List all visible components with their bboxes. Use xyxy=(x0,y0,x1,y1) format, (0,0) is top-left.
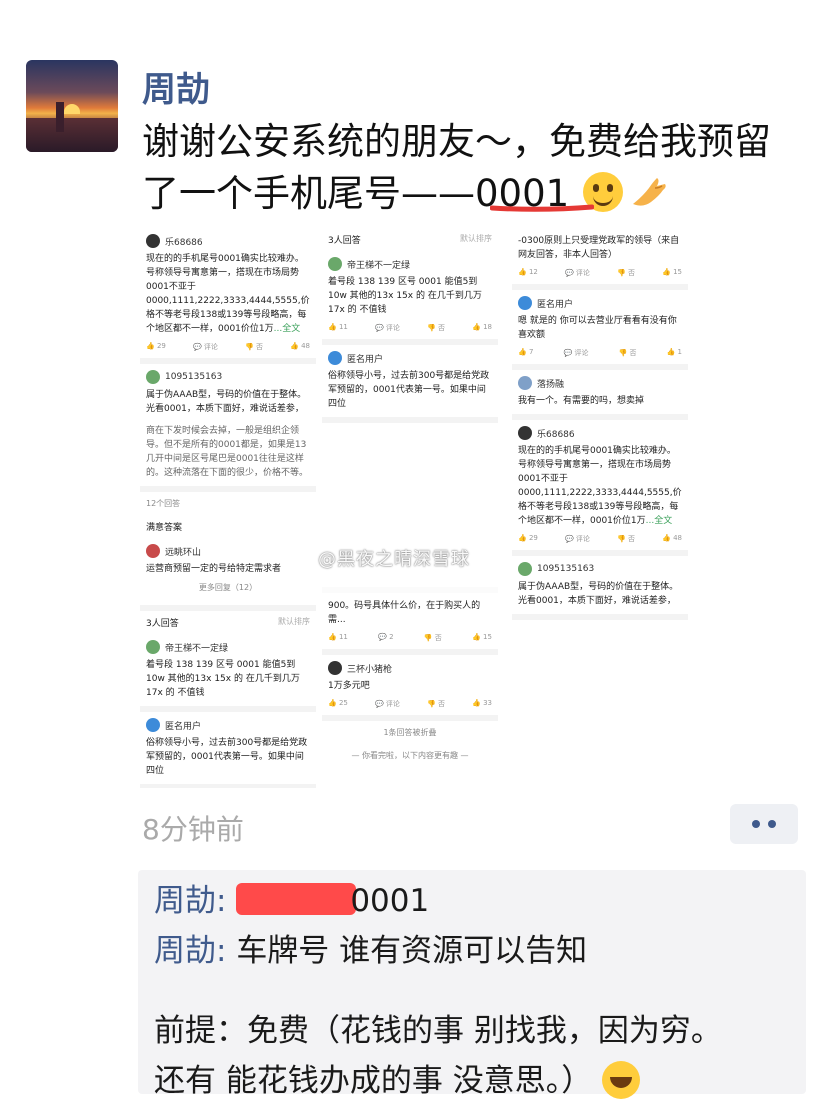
grin-emoji-icon xyxy=(602,1061,641,1099)
screenshot-2[interactable]: 3人回答 默认排序 帝王梯不一定绿 着号段 138 139 区号 0001 能值5… xyxy=(322,228,498,788)
comment-text: 0001 xyxy=(350,883,430,919)
answer-text: 运营商预留一定的号给特定需求者 xyxy=(146,564,282,574)
avatar xyxy=(328,661,342,675)
answer-text: 现在的的手机尾号0001确实比较难办。号称领导号寓意第一，搭现在市场局势0001… xyxy=(518,446,682,526)
answer-block: 乐68686 现在的的手机尾号0001确实比较难办。号称领导号寓意第一，搭现在市… xyxy=(140,228,316,364)
redaction-mark xyxy=(236,883,357,915)
dot-icon xyxy=(768,820,776,828)
avatar xyxy=(146,544,160,558)
action-row: 👍 12 💬 评论 👎 否 👍 15 xyxy=(518,268,682,277)
end-divider: — 你看完啦，以下内容更有趣 — xyxy=(351,751,469,760)
answer-text: 现在的的手机尾号0001确实比较难办。号称领导号寓意第一，搭现在市场局势0001… xyxy=(146,254,310,334)
post-text-line1: 谢谢公安系统的朋友～，免费给我预留 xyxy=(142,120,771,163)
answer-block: 匿名用户 俗称领导小号，过去前300号都是给党政军预留的，0001代表第一号。如… xyxy=(322,345,498,423)
post-text-line2-wrap: 了一个手机尾号——0001 xyxy=(142,168,812,220)
answer-user: 远眺环山 xyxy=(165,547,202,558)
answer-text: 着号段 138 139 区号 0001 能值5到10w 其他的13x 15x 的… xyxy=(328,277,482,315)
answer-block: 乐68686 现在的的手机尾号0001确实比较难办。号称领导号寓意第一，搭现在市… xyxy=(512,420,688,556)
section-header: 3人回答 默认排序 xyxy=(146,617,310,629)
avatar xyxy=(518,376,532,390)
answer-user: 三杯小猪枪 xyxy=(347,664,393,675)
comment-text: 车牌号 谁有资源可以告知 xyxy=(236,933,588,969)
comment-text: 前提：免费（花钱的事 别找我，因为穷。 xyxy=(154,1013,722,1049)
red-underline-mark xyxy=(490,204,594,212)
answer-user: 匿名用户 xyxy=(165,721,202,732)
avatar xyxy=(328,351,342,365)
answer-block: 匿名用户 嗯 就是的 你可以去营业厅看看有没有你喜欢额 👍 7 💬 评论 👎 否 👍 … xyxy=(512,290,688,370)
answer-user: 1095135163 xyxy=(165,372,223,382)
avatar xyxy=(518,426,532,440)
answer-block: 1095135163 属于伪AAAB型，号码的价值在于整体。光看0001，本质下… xyxy=(140,364,316,492)
action-row: 👍 7 💬 评论 👎 否 👍 1 xyxy=(518,348,682,357)
avatar xyxy=(146,234,160,248)
answer-text: 嗯 就是的 你可以去营业厅看看有没有你喜欢额 xyxy=(518,316,677,340)
avatar xyxy=(146,370,160,384)
comment-2[interactable]: 周劼: 车牌号 谁有资源可以告知 xyxy=(154,926,790,976)
answer-user: 帝王梯不一定绿 xyxy=(165,643,229,654)
dot-icon xyxy=(752,820,760,828)
answer-user: 1095135163 xyxy=(537,564,595,574)
answer-user: 落扬融 xyxy=(537,379,565,390)
avatar xyxy=(518,296,532,310)
post-author[interactable]: 周劼 xyxy=(142,62,210,111)
answer-user: 帝王梯不一定绿 xyxy=(347,260,411,271)
avatar-landscape xyxy=(26,118,118,152)
answer-text: 俗称领导小号，过去前300号都是给党政军预留的，0001代表第一号。如果中间四位 xyxy=(146,738,308,776)
collapsed-answers-link[interactable]: 1条回答被折叠 xyxy=(322,721,498,744)
action-row: 👍 29 💬 评论 👎 否 👍 48 xyxy=(146,342,310,351)
comment-author[interactable]: 周劼 xyxy=(154,883,216,919)
action-row: 👍 11 💬 2 👎 否 👍 15 xyxy=(328,633,492,642)
action-row: 👍 29 💬 评论 👎 否 👍 48 xyxy=(518,534,682,543)
answer-user: 匿名用户 xyxy=(537,299,574,310)
avatar xyxy=(146,718,160,732)
action-row: 👍 11 💬 评论 👎 否 👍 18 xyxy=(328,323,492,332)
section-header: 满意答案 xyxy=(146,523,183,533)
avatar xyxy=(328,257,342,271)
screenshot-1[interactable]: 乐68686 现在的的手机尾号0001确实比较难办。号称领导号寓意第一，搭现在市… xyxy=(140,228,316,788)
screenshot-3[interactable]: -0300原则上只受理党政军的领导（来自网友回答，非本人回答） 👍 12 💬 评论… xyxy=(512,228,688,788)
answer-text: 俗称领导小号，过去前300号都是给党政军预留的，0001代表第一号。如果中间四位 xyxy=(328,371,490,409)
ok-hand-emoji-icon xyxy=(633,178,666,206)
answer-block: 帝王梯不一定绿 着号段 138 139 区号 0001 能值5到10w 其他的1… xyxy=(140,634,316,712)
answer-user: 匿名用户 xyxy=(347,354,384,365)
more-options-button[interactable] xyxy=(730,804,798,844)
answer-text: 商在下发时候会去掉，一般是组织企领导。但不是所有的0001都是，如果是13几开中… xyxy=(146,426,309,478)
action-row: 👍 25 💬 评论 👎 否 👍 33 xyxy=(328,699,492,708)
answer-block: 匿名用户 俗称领导小号，过去前300号都是给党政军预留的，0001代表第一号。如… xyxy=(140,712,316,788)
answer-text: 900。码号具体什么价，在于购买人的需... xyxy=(328,601,481,625)
answer-text: 我有一个。有需要的吗，想卖掉 xyxy=(518,396,645,406)
answer-block: 帝王梯不一定绿 着号段 138 139 区号 0001 能值5到10w 其他的1… xyxy=(322,251,498,345)
answer-text: -0300原则上只受理党政军的领导（来自网友回答，非本人回答） xyxy=(518,236,680,260)
reply-count: 12个回答 xyxy=(146,499,181,508)
answer-user: 乐68686 xyxy=(165,237,203,248)
post-text: 谢谢公安系统的朋友～，免费给我预留 了一个手机尾号——0001 xyxy=(142,116,812,220)
answer-user: 乐68686 xyxy=(537,429,575,440)
comment-author[interactable]: 周劼 xyxy=(154,933,216,969)
comment-text: 还有 能花钱办成的事 没意思。） xyxy=(154,1063,593,1099)
answer-text: 属于伪AAAB型，号码的价值在于整体。光看0001，本质下面好，难说话差参， xyxy=(518,582,679,606)
answer-block: 900。码号具体什么价，在于购买人的需... 👍 11 💬 2 👎 否 👍 15 xyxy=(322,593,498,655)
answer-text: 属于伪AAAB型，号码的价值在于整体。光看0001，本质下面好，难说话差参， xyxy=(146,390,307,414)
answer-block: 三杯小猪枪 1万多元吧 👍 25 💬 评论 👎 否 👍 33 xyxy=(322,655,498,721)
sunset-sun xyxy=(64,104,80,114)
comments-panel: 周劼: 0001 周劼: 车牌号 谁有资源可以告知 前提：免费（花钱的事 别找我… xyxy=(138,870,806,1099)
comment-text-line2-wrap: 还有 能花钱办成的事 没意思。） xyxy=(154,1056,790,1106)
post-time: 8分钟前 xyxy=(142,813,244,846)
answer-block: 远眺环山 运营商预留一定的号给特定需求者 更多回复（12） xyxy=(140,538,316,611)
comment-1[interactable]: 周劼: 0001 xyxy=(154,876,790,926)
answer-block: -0300原则上只受理党政军的领导（来自网友回答，非本人回答） 👍 12 💬 评论… xyxy=(512,228,688,290)
answer-text: 1万多元吧 xyxy=(328,681,370,691)
answer-block: 落扬融 我有一个。有需要的吗，想卖掉 xyxy=(512,370,688,420)
watermark: @黑夜之晴深雪球 xyxy=(318,549,470,570)
avatar xyxy=(146,640,160,654)
answer-text: 着号段 138 139 区号 0001 能值5到10w 其他的13x 15x 的… xyxy=(146,660,300,698)
answer-block: 1095135163 属于伪AAAB型，号码的价值在于整体。光看0001，本质下… xyxy=(512,556,688,620)
more-replies-link[interactable]: 更多回复（12） xyxy=(146,576,310,599)
avatar xyxy=(518,562,532,576)
section-header: 3人回答 默认排序 xyxy=(328,234,492,246)
avatar-tower xyxy=(56,102,64,132)
avatar[interactable] xyxy=(26,60,118,152)
